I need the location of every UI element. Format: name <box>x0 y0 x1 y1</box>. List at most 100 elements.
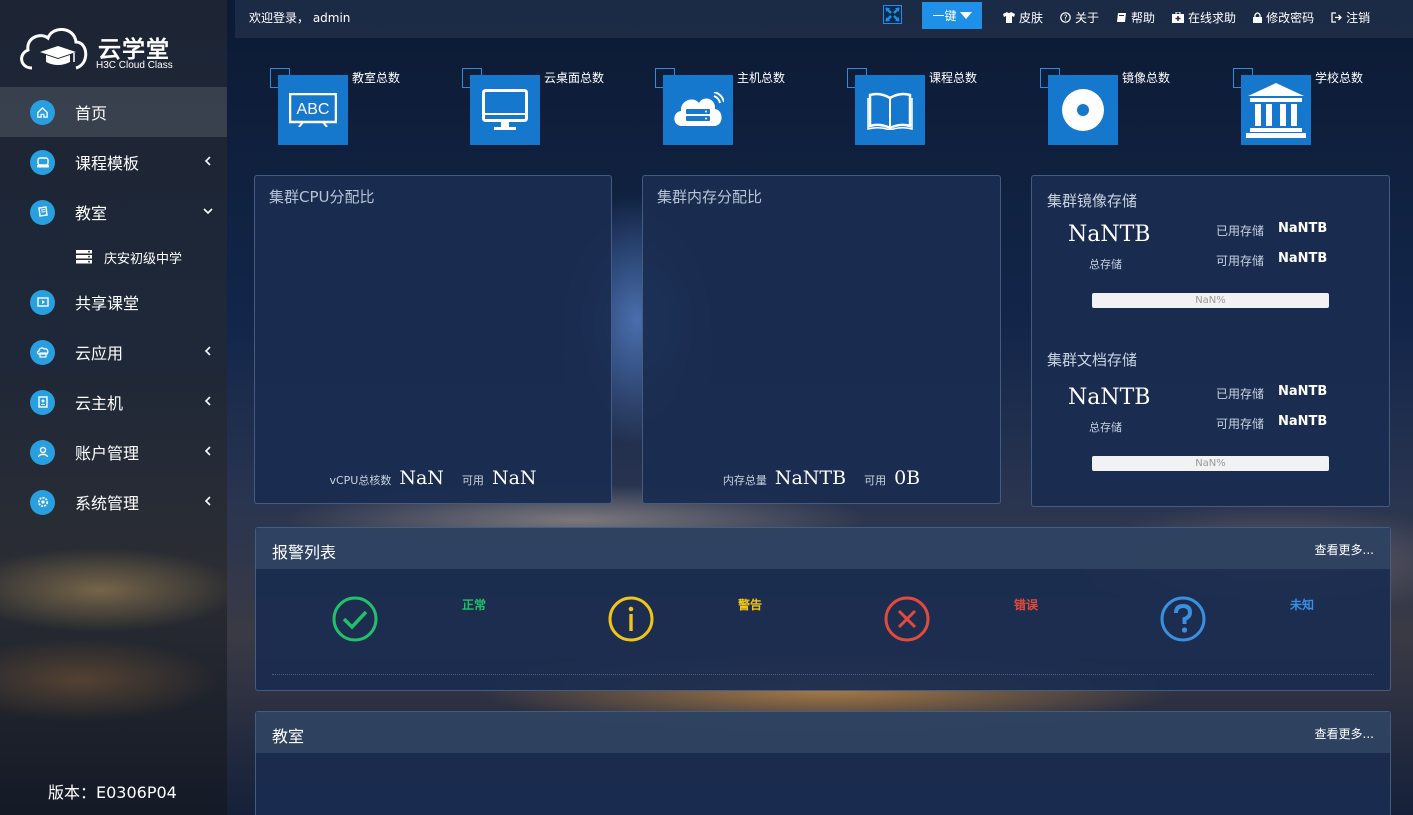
skin-link[interactable]: 皮肤 <box>1003 9 1043 26</box>
classroom-panel: 教室 查看更多... <box>255 711 1391 815</box>
sidebar-item-home[interactable]: 首页 <box>0 87 227 137</box>
alarm-warning[interactable]: 警告 <box>608 596 768 656</box>
one-key-dropdown[interactable]: 一键 <box>922 2 982 29</box>
home-icon <box>30 99 55 125</box>
app-brand: H3C Cloud Class <box>96 60 173 71</box>
lock-icon <box>1253 12 1263 23</box>
sidebar-item-cloud-app[interactable]: 云应用 <box>0 327 227 377</box>
classroom-icon <box>30 199 55 225</box>
classroom-header: 教室 查看更多... <box>256 712 1390 753</box>
app-title: 云学堂 <box>98 37 170 63</box>
sidebar-item-label: 云主机 <box>75 394 124 413</box>
logo: 云学堂 H3C Cloud Class <box>18 24 218 79</box>
tile-label: 课程总数 <box>929 71 978 85</box>
doc-storage-progress: NaN% <box>1092 456 1329 471</box>
memory-summary: 内存总量 NaNTB 可用 0B <box>643 467 1000 489</box>
sidebar-item-label: 共享课堂 <box>75 294 140 313</box>
version-label: 版本：E0306P04 <box>48 783 177 802</box>
cpu-avail-label: 可用 <box>461 474 484 487</box>
help-label: 帮助 <box>1131 11 1156 25</box>
classroom-more-link[interactable]: 查看更多... <box>1315 725 1374 742</box>
logout-link[interactable]: 注销 <box>1331 9 1370 26</box>
tile-course-total[interactable]: 课程总数 <box>847 68 987 148</box>
cloud-server-icon <box>663 75 733 145</box>
sidebar-nav: 首页 课程模板 教室 庆安初级中学 共享课堂 云应用 云主机 账户管理 系统管理 <box>0 87 227 527</box>
tile-label: 主机总数 <box>737 71 786 85</box>
cpu-title: 集群CPU分配比 <box>269 188 375 206</box>
sidebar-subitem-label: 庆安初级中学 <box>104 251 183 267</box>
monitor-icon <box>470 75 540 145</box>
online-help-link[interactable]: 在线求助 <box>1172 9 1236 26</box>
sidebar-item-course-template[interactable]: 课程模板 <box>0 137 227 187</box>
change-password-link[interactable]: 修改密码 <box>1253 9 1314 26</box>
image-storage-used-label: 已用存储 <box>1216 224 1265 238</box>
storage-panel: 集群镜像存储 NaNTB 总存储 已用存储 NaNTB 可用存储 NaNTB N… <box>1031 175 1390 507</box>
question-circle-icon <box>1160 596 1206 642</box>
tshirt-icon <box>1003 12 1015 23</box>
cpu-total-value: NaN <box>399 467 444 489</box>
alarm-unknown-label: 未知 <box>1290 598 1315 612</box>
top-bar: 欢迎登录， admin 一键 皮肤 ? 关于 帮助 在线求助 修改密码 注销 <box>235 0 1413 38</box>
settings-icon <box>30 489 55 515</box>
school-icon <box>1241 75 1311 145</box>
tile-label: 云桌面总数 <box>544 71 605 85</box>
memory-total-label: 内存总量 <box>722 474 767 487</box>
cpu-avail-value: NaN <box>491 467 537 489</box>
alarm-divider <box>272 674 1374 675</box>
doc-storage-used-value: NaNTB <box>1278 384 1328 399</box>
doc-storage-title: 集群文档存储 <box>1047 351 1138 369</box>
check-circle-icon <box>332 596 378 642</box>
tile-desktop-total[interactable]: 云桌面总数 <box>462 68 605 148</box>
svg-text:ABC: ABC <box>297 101 330 118</box>
tile-image-total[interactable]: 镜像总数 <box>1040 68 1180 148</box>
sidebar-item-label: 课程模板 <box>75 154 140 173</box>
about-label: 关于 <box>1075 11 1100 25</box>
sidebar-item-account[interactable]: 账户管理 <box>0 427 227 477</box>
image-storage-used-value: NaNTB <box>1278 221 1328 236</box>
alarm-warning-label: 警告 <box>738 598 763 612</box>
about-link[interactable]: ? 关于 <box>1060 9 1099 26</box>
tile-host-total[interactable]: 主机总数 <box>655 68 795 148</box>
fullscreen-icon[interactable] <box>883 5 902 24</box>
abc-board-icon: ABC <box>278 75 348 145</box>
sidebar-item-system[interactable]: 系统管理 <box>0 477 227 527</box>
alarm-normal-label: 正常 <box>462 598 487 612</box>
chevron-left-icon <box>204 446 211 456</box>
cpu-panel: 集群CPU分配比 vCPU总核数 NaN 可用 NaN <box>254 175 612 504</box>
caret-down-icon <box>959 11 972 19</box>
sidebar-item-classroom[interactable]: 教室 <box>0 187 227 237</box>
classroom-title: 教室 <box>272 727 305 746</box>
cloud-app-icon <box>30 339 55 365</box>
logout-icon <box>1331 12 1342 23</box>
sidebar-item-label: 账户管理 <box>75 444 140 463</box>
sidebar-subitem-school[interactable]: 庆安初级中学 <box>0 237 227 277</box>
account-icon <box>30 439 55 465</box>
alarm-more-link[interactable]: 查看更多... <box>1315 541 1374 558</box>
chevron-left-icon <box>204 496 211 506</box>
tile-label: 镜像总数 <box>1122 71 1171 85</box>
alarm-error[interactable]: 错误 <box>884 596 1044 656</box>
question-icon: ? <box>1060 12 1071 23</box>
online-help-label: 在线求助 <box>1188 11 1237 25</box>
tile-label: 学校总数 <box>1315 71 1364 85</box>
cpu-summary: vCPU总核数 NaN 可用 NaN <box>255 467 611 489</box>
alarm-title: 报警列表 <box>272 543 337 562</box>
sidebar-item-label: 系统管理 <box>75 494 140 513</box>
welcome-text: 欢迎登录， admin <box>249 11 351 25</box>
server-icon <box>76 250 92 264</box>
tile-school-total[interactable]: 学校总数 <box>1233 68 1373 148</box>
chevron-left-icon <box>204 156 211 166</box>
help-link[interactable]: 帮助 <box>1116 9 1155 26</box>
alarm-error-label: 错误 <box>1014 598 1039 612</box>
alarm-normal[interactable]: 正常 <box>332 596 492 656</box>
sidebar-item-shared-class[interactable]: 共享课堂 <box>0 277 227 327</box>
cloud-logo-icon <box>20 28 88 70</box>
sidebar-item-label: 教室 <box>75 204 108 223</box>
doc-storage-total-label: 总存储 <box>1089 421 1122 434</box>
logout-label: 注销 <box>1346 11 1371 25</box>
book-icon <box>1117 13 1127 22</box>
memory-avail-value: 0B <box>894 467 921 489</box>
alarm-unknown[interactable]: 未知 <box>1160 596 1320 656</box>
tile-classroom-total[interactable]: ABC 教室总数 <box>270 68 410 148</box>
sidebar-item-cloud-host[interactable]: 云主机 <box>0 377 227 427</box>
